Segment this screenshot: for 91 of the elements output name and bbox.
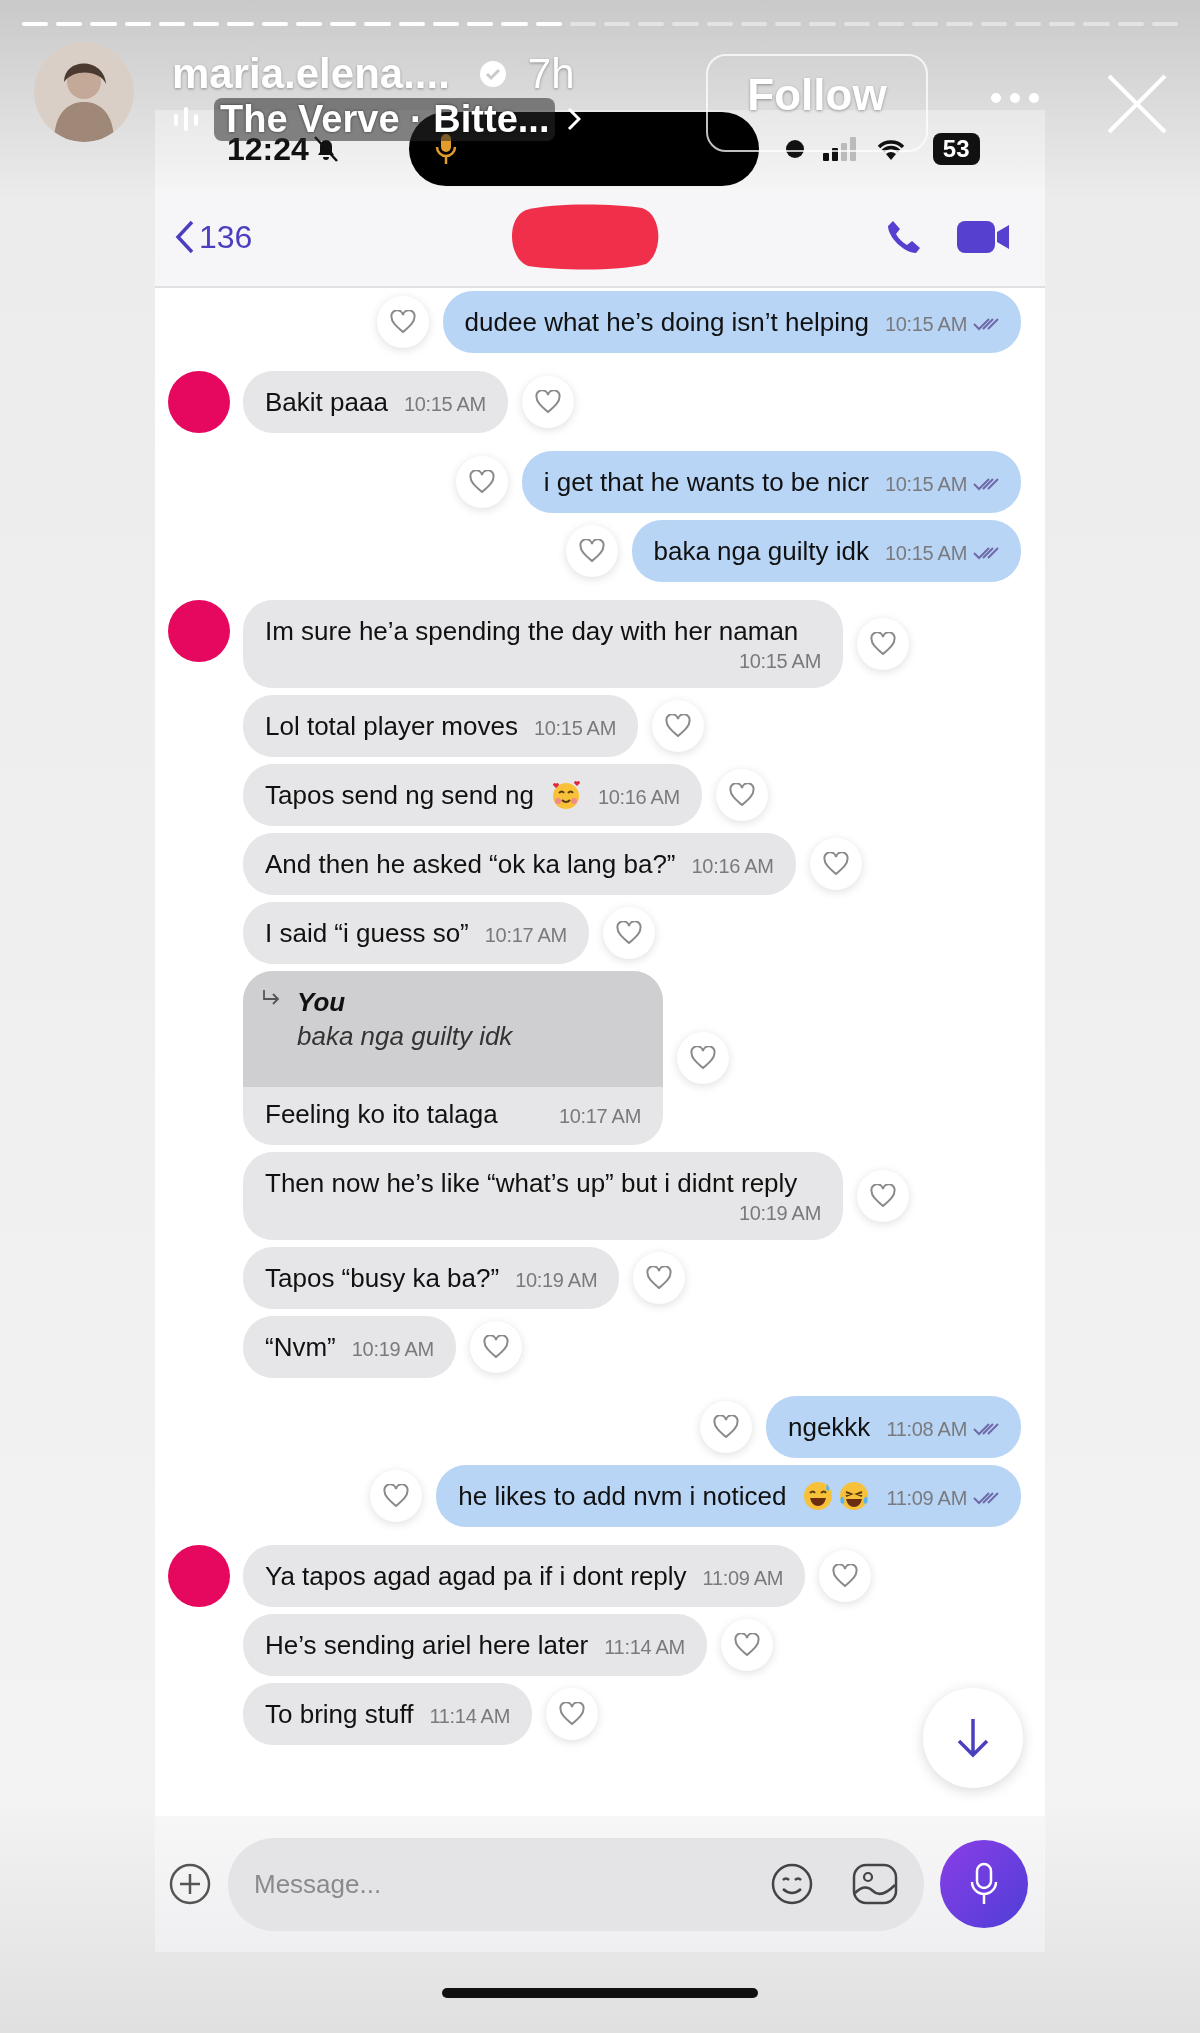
- down-arrow-icon: [956, 1717, 990, 1759]
- message-time: 10:15 AM: [533, 716, 616, 741]
- image-icon[interactable]: [852, 1863, 898, 1905]
- message-time: 10:15 AM: [738, 649, 821, 674]
- like-button[interactable]: [720, 1619, 773, 1671]
- message-text: dudee what he’s doing isn’t helping: [464, 306, 869, 339]
- message-time: 10:16 AM: [597, 785, 680, 810]
- like-button[interactable]: [546, 1688, 598, 1740]
- like-button[interactable]: [565, 525, 618, 577]
- message-text: “Nvm”: [265, 1331, 336, 1364]
- heart-icon: [690, 1046, 716, 1070]
- message-text: Lol total player moves: [265, 710, 518, 743]
- like-button[interactable]: [376, 296, 429, 348]
- message-time: 10:16 AM: [691, 854, 774, 879]
- message-text: Then now he’s like “what’s up” but i didnt reply: [265, 1167, 798, 1200]
- like-button[interactable]: [633, 1252, 686, 1304]
- heart-icon: [822, 852, 849, 876]
- message-text: To bring stuff: [265, 1698, 414, 1731]
- message-text: Bakit paaa: [265, 386, 388, 419]
- message-text: he likes to add nvm i noticed: [458, 1480, 787, 1513]
- message-text: baka nga guilty idk: [653, 535, 869, 568]
- like-button[interactable]: [857, 1170, 909, 1222]
- message-time: 10:19 AM: [351, 1337, 434, 1362]
- message-time: 10:15 AM: [884, 312, 967, 337]
- like-button[interactable]: [716, 769, 768, 821]
- signal-icon: [822, 137, 857, 161]
- message-text: Feeling ko ito talaga: [265, 1098, 498, 1131]
- like-button[interactable]: [700, 1401, 752, 1453]
- like-button[interactable]: [652, 700, 704, 752]
- message-time: 10:15 AM: [403, 392, 486, 417]
- message-time: 10:19 AM: [738, 1201, 821, 1226]
- message-time: 11:14 AM: [429, 1704, 510, 1729]
- heart-icon: [646, 1266, 673, 1290]
- like-button[interactable]: [819, 1550, 872, 1602]
- message-text: I said “i guess so”: [265, 917, 469, 950]
- heart-icon: [383, 1484, 410, 1508]
- quote-author: You: [297, 986, 347, 1019]
- recording-dot-icon: [784, 139, 805, 159]
- message-text: i get that he wants to be nicr: [543, 466, 869, 499]
- message-text: Tapos “busy ka ba?”: [265, 1262, 500, 1295]
- video-camera-icon[interactable]: [957, 218, 1011, 256]
- message-text: And then he asked “ok ka lang ba?”: [265, 848, 676, 881]
- heart-icon: [389, 310, 416, 334]
- heart-icon: [665, 714, 691, 738]
- unread-count: 136: [199, 218, 253, 256]
- heart-icon: [832, 1564, 859, 1588]
- heart-icon: [578, 539, 605, 563]
- heart-icon: [729, 783, 755, 807]
- back-icon: [175, 220, 195, 254]
- add-icon[interactable]: [168, 1862, 212, 1906]
- message-time: 10:17 AM: [484, 923, 567, 948]
- message-time: 11:09 AM: [886, 1486, 967, 1511]
- message-text: Im sure he’a spending the day with her naman: [265, 615, 799, 648]
- message-text: Tapos send ng send ng: [265, 779, 534, 812]
- reply-arrow-icon: [261, 989, 281, 1007]
- message-time: 10:17 AM: [558, 1104, 641, 1129]
- message-time: 11:14 AM: [604, 1635, 685, 1660]
- message-time: 10:19 AM: [515, 1268, 598, 1293]
- message-text: He’s sending ariel here later: [265, 1629, 589, 1662]
- like-button[interactable]: [809, 838, 862, 890]
- emoji-icon[interactable]: [770, 1862, 814, 1906]
- message-time: 11:09 AM: [702, 1566, 784, 1591]
- heart-icon: [482, 1335, 509, 1359]
- battery-level: 53: [932, 133, 980, 165]
- message-text: ngekkk: [788, 1411, 871, 1444]
- heart-icon: [870, 1184, 896, 1208]
- chevron-right-icon: [567, 107, 582, 131]
- message-time: 10:15 AM: [884, 472, 967, 497]
- emoji-icon: [802, 1480, 835, 1512]
- heart-icon: [870, 632, 896, 656]
- back-link[interactable]: 136: [175, 218, 253, 256]
- message-text: Ya tapos agad agad pa if i dont reply: [265, 1560, 687, 1593]
- quote-text: baka nga guilty idk: [297, 1020, 513, 1053]
- heart-icon: [615, 921, 642, 945]
- heart-icon: [468, 470, 495, 494]
- like-button[interactable]: [522, 376, 574, 428]
- message-time: 11:08 AM: [886, 1417, 967, 1442]
- heart-icon: [713, 1415, 739, 1439]
- heart-icon: [535, 390, 561, 414]
- like-button[interactable]: [370, 1470, 423, 1522]
- like-button[interactable]: [455, 456, 508, 508]
- message-field[interactable]: Message...: [228, 1837, 924, 1931]
- like-button[interactable]: [857, 618, 909, 670]
- emoji-icon: [838, 1480, 871, 1512]
- heart-icon: [733, 1633, 760, 1657]
- like-button[interactable]: [677, 1032, 729, 1084]
- heart-icon: [559, 1702, 585, 1726]
- microphone-icon: [970, 1862, 998, 1906]
- message-time: 10:15 AM: [884, 541, 967, 566]
- like-button[interactable]: [602, 907, 655, 959]
- like-button[interactable]: [469, 1321, 522, 1373]
